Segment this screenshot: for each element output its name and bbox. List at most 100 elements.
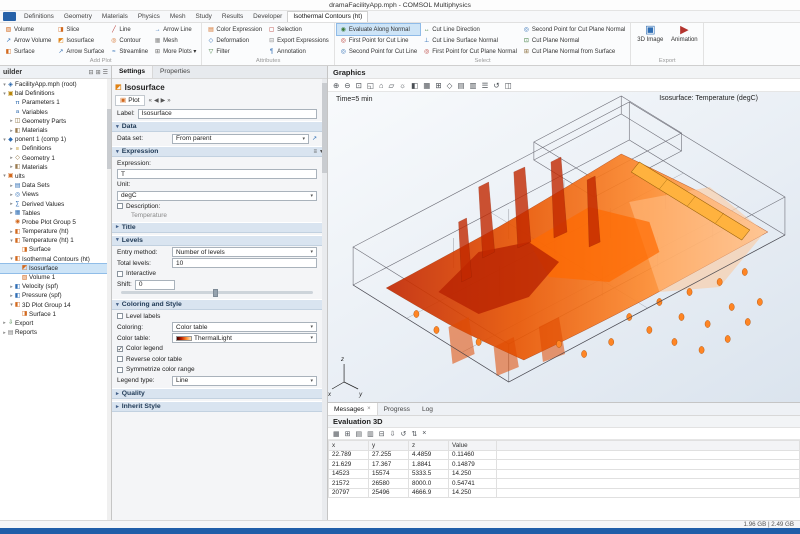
tree-item[interactable]: ◨Surface (0, 245, 111, 254)
entry-method-select[interactable]: Number of levels▾ (172, 247, 317, 257)
unit-input[interactable]: degC▾ (117, 191, 317, 201)
add-table-icon[interactable]: ⊞ (345, 430, 351, 438)
ribbon-button[interactable]: ↗Arrow Volume (2, 35, 54, 46)
total-levels-input[interactable]: 10 (172, 258, 317, 268)
shift-slider-thumb[interactable] (213, 289, 218, 297)
image-snapshot-icon[interactable]: ▤ (457, 81, 464, 90)
shift-slider[interactable] (121, 291, 313, 294)
ribbon-button[interactable]: ⊞Cut Plane Normal from Surface (520, 46, 628, 57)
graphics-canvas[interactable]: z x y Time=5 min Isosurface: Temperature… (328, 92, 800, 402)
tree-item[interactable]: ◉Probe Plot Group 5 (0, 218, 111, 227)
zoom-box-icon[interactable]: ⊡ (356, 81, 362, 90)
grid-icon[interactable]: ⊞ (435, 81, 441, 90)
ribbon-tab[interactable]: Study (191, 12, 217, 22)
expand-all-icon[interactable]: ⊞ (96, 69, 101, 76)
eval-column-header[interactable]: x (329, 441, 369, 451)
transparency-icon[interactable]: ◧ (411, 81, 418, 90)
tree-item[interactable]: ▾▣ults (0, 172, 111, 181)
tree-item[interactable]: ▸▦Tables (0, 209, 111, 218)
ribbon-button[interactable]: ↔Cut Line Direction (420, 24, 520, 35)
label-input[interactable]: Isosurface (138, 109, 317, 119)
scrollbar-thumb[interactable] (322, 83, 327, 173)
ribbon-tab[interactable]: Definitions (19, 12, 59, 22)
ribbon-button[interactable]: ⊡Cut Plane Normal (520, 35, 628, 46)
interactive-checkbox[interactable] (117, 271, 123, 277)
rotate-icon[interactable]: ↺ (493, 81, 499, 90)
ribbon-button[interactable]: ◉Evaluate Along Normal (337, 24, 420, 35)
ribbon-button[interactable]: ◨Slice (54, 24, 107, 35)
model-builder-scrollbar[interactable] (107, 79, 111, 520)
eval-row[interactable]: 20797254964666.914.250 (329, 488, 800, 498)
tree-item[interactable]: ▸◧Temperature (ht) (0, 227, 111, 236)
section-header-inherit[interactable]: ▸Inherit Style (112, 401, 327, 412)
ribbon-button[interactable]: ▤Color Expression (204, 24, 265, 35)
section-header-title[interactable]: ▸Title (112, 222, 327, 233)
section-header-quality[interactable]: ▸Quality (112, 388, 327, 399)
tree-item[interactable]: ▸◧Materials (0, 126, 111, 135)
eval-row[interactable]: 21.62917.3671.88410.14879 (329, 460, 800, 470)
settings-scrollbar[interactable] (322, 79, 327, 520)
ribbon-button[interactable]: ▢Selection (265, 24, 332, 35)
tree-item[interactable]: ▸▤Data Sets (0, 181, 111, 190)
ribbon-tab[interactable]: Materials (97, 12, 133, 22)
copy-table-icon[interactable]: ⊟ (379, 430, 385, 438)
tree-item[interactable]: ▸◧Materials (0, 163, 111, 172)
ribbon-button[interactable]: ▦Mesh (151, 35, 199, 46)
tree-item[interactable]: ◨Surface 1 (0, 310, 111, 319)
tree-item[interactable]: ▾◧Temperature (ht) 1 (0, 236, 111, 245)
section-header-data[interactable]: ▾Data (112, 121, 327, 132)
ribbon-tab[interactable]: Results (217, 12, 248, 22)
color-legend-checkbox[interactable] (117, 346, 123, 352)
eval-row[interactable]: 22.78927.2554.48590.11460 (329, 450, 800, 460)
symmetrize-checkbox[interactable] (117, 367, 123, 373)
tree-item[interactable]: πParameters 1 (0, 98, 111, 107)
ribbon-button[interactable]: ◇Deformation (204, 35, 265, 46)
wireframe-icon[interactable]: ▦ (423, 81, 430, 90)
plot-previous-icon[interactable]: ◀ (153, 98, 160, 104)
print-icon[interactable]: ▥ (470, 81, 477, 90)
tree-item[interactable]: ◩Isosurface (0, 264, 111, 273)
color-table-select[interactable]: ThermalLight▾ (172, 333, 317, 343)
ribbon-tab[interactable]: Mesh (165, 12, 191, 22)
application-menu-button[interactable] (3, 12, 16, 21)
description-checkbox[interactable] (117, 203, 123, 209)
scrollbar-thumb[interactable] (107, 109, 111, 169)
tree-item[interactable]: ▸▤Reports (0, 328, 111, 337)
ribbon-tab[interactable]: Isothermal Contours (ht) (287, 11, 368, 22)
ribbon-button[interactable]: ◎First Point for Cut Line (337, 35, 420, 46)
ribbon-button[interactable]: ▣3D Image (633, 24, 667, 44)
ribbon-button[interactable]: ◎First Point for Cut Plane Normal (420, 46, 520, 57)
zoom-out-icon[interactable]: ⊖ (344, 81, 350, 90)
tree-item[interactable]: ▾◧Isothermal Contours (ht) (0, 255, 111, 264)
tree-item[interactable]: ▸◧Velocity (spf) (0, 282, 111, 291)
zoom-in-icon[interactable]: ⊕ (333, 81, 339, 90)
full-precision-icon[interactable]: ▤ (356, 430, 363, 438)
eval-column-header[interactable]: z (409, 441, 449, 451)
tab-settings[interactable]: Settings (112, 66, 153, 78)
eval-column-header[interactable]: y (369, 441, 409, 451)
level-labels-checkbox[interactable] (117, 313, 123, 319)
tree-item[interactable]: ▸◫Geometry Parts (0, 117, 111, 126)
replace-expression-icon[interactable]: ≡ (313, 149, 317, 155)
tree-item[interactable]: ▸≡Definitions (0, 144, 111, 153)
export-table-icon[interactable]: ⇩ (390, 430, 396, 438)
ribbon-button[interactable]: ▽Filter (204, 46, 265, 57)
ribbon-tab[interactable]: Geometry (59, 12, 97, 22)
tree-item[interactable]: ▸◧Pressure (spf) (0, 291, 111, 300)
expression-input[interactable]: T (117, 169, 317, 179)
section-header-coloring[interactable]: ▾Coloring and Style (112, 299, 327, 310)
go-to-source-icon[interactable]: ↗ (312, 135, 317, 142)
tree-item[interactable]: ▧Volume 1 (0, 273, 111, 282)
shift-input[interactable]: 0 (135, 280, 175, 290)
ribbon-button[interactable]: ⊥Cut Line Surface Normal (420, 35, 520, 46)
model-builder-menu-icon[interactable]: ☰ (103, 69, 108, 76)
ribbon-button[interactable]: ╱Line (107, 24, 151, 35)
ribbon-button[interactable]: ≈Streamline (107, 46, 151, 57)
ribbon-button[interactable]: ▶Animation (667, 24, 701, 44)
collapse-all-icon[interactable]: ⊟ (89, 69, 94, 76)
select-box-icon[interactable]: ◇ (447, 81, 453, 90)
ribbon-button[interactable]: ◩Isosurface (54, 35, 107, 46)
tree-item[interactable]: ▾◆ponent 1 (comp 1) (0, 135, 111, 144)
section-header-levels[interactable]: ▾Levels (112, 235, 327, 246)
scene-light-icon[interactable]: ☼ (399, 81, 406, 90)
